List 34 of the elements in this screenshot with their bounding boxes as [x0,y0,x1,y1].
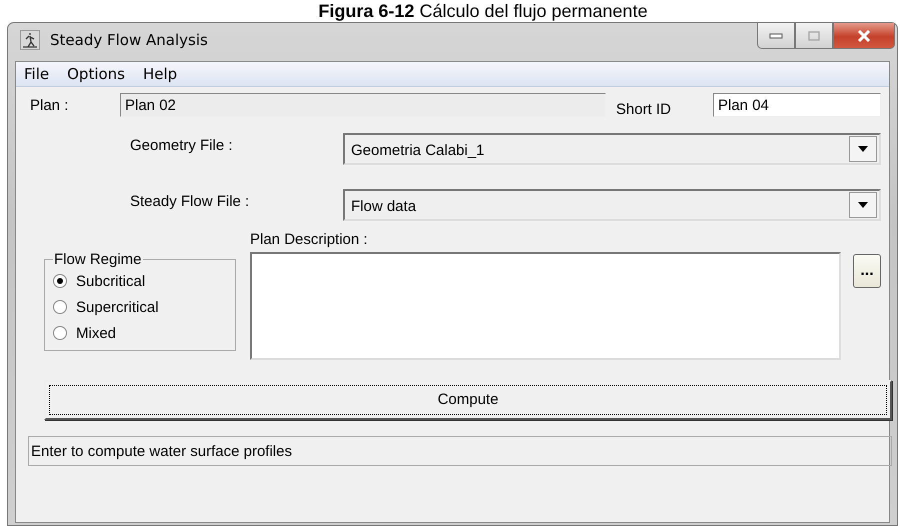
radio-button[interactable] [53,274,67,288]
radio-option[interactable]: Subcritical [53,268,235,294]
geometry-file-dropdown[interactable]: Geometria Calabi_1 [343,133,881,165]
maximize-icon [808,30,820,40]
status-bar: Enter to compute water surface profiles [28,436,892,466]
runner-icon [20,30,40,50]
dropdown-arrow-icon [858,202,868,208]
maximize-button[interactable] [795,23,833,49]
figure-caption: Figura 6-12 Cálculo del flujo permanente [317,0,649,22]
geometry-file-label: Geometry File : [129,137,234,154]
menu-item[interactable]: Help [143,65,178,83]
close-button[interactable] [833,23,895,49]
plan-description-field[interactable] [250,252,841,360]
plan-field[interactable]: Plan 02 [120,93,606,117]
browse-button[interactable]: ... [853,254,881,288]
short-id-label: Short ID [616,100,672,118]
compute-button[interactable]: Compute [44,380,892,420]
close-icon [857,30,871,42]
dropdown-arrow-icon [858,146,868,152]
flow-regime-title: Flow Regime [53,251,143,268]
menu-item[interactable]: Options [67,65,125,83]
menu-item[interactable]: File [24,65,50,83]
radio-option[interactable]: Supercritical [53,294,235,320]
radio-option[interactable]: Mixed [53,320,235,346]
steady-flow-file-dropdown[interactable]: Flow data [343,189,881,221]
plan-label: Plan : [30,96,70,114]
steady-flow-file-label: Steady Flow File : [129,193,250,210]
window-title: Steady Flow Analysis [50,31,208,49]
radio-button[interactable] [53,300,67,314]
short-id-field[interactable]: Plan 04 [713,93,881,117]
radio-button[interactable] [53,326,67,340]
plan-description-label: Plan Description : [250,231,369,248]
minimize-button[interactable] [757,23,795,49]
minimize-icon [769,32,783,38]
